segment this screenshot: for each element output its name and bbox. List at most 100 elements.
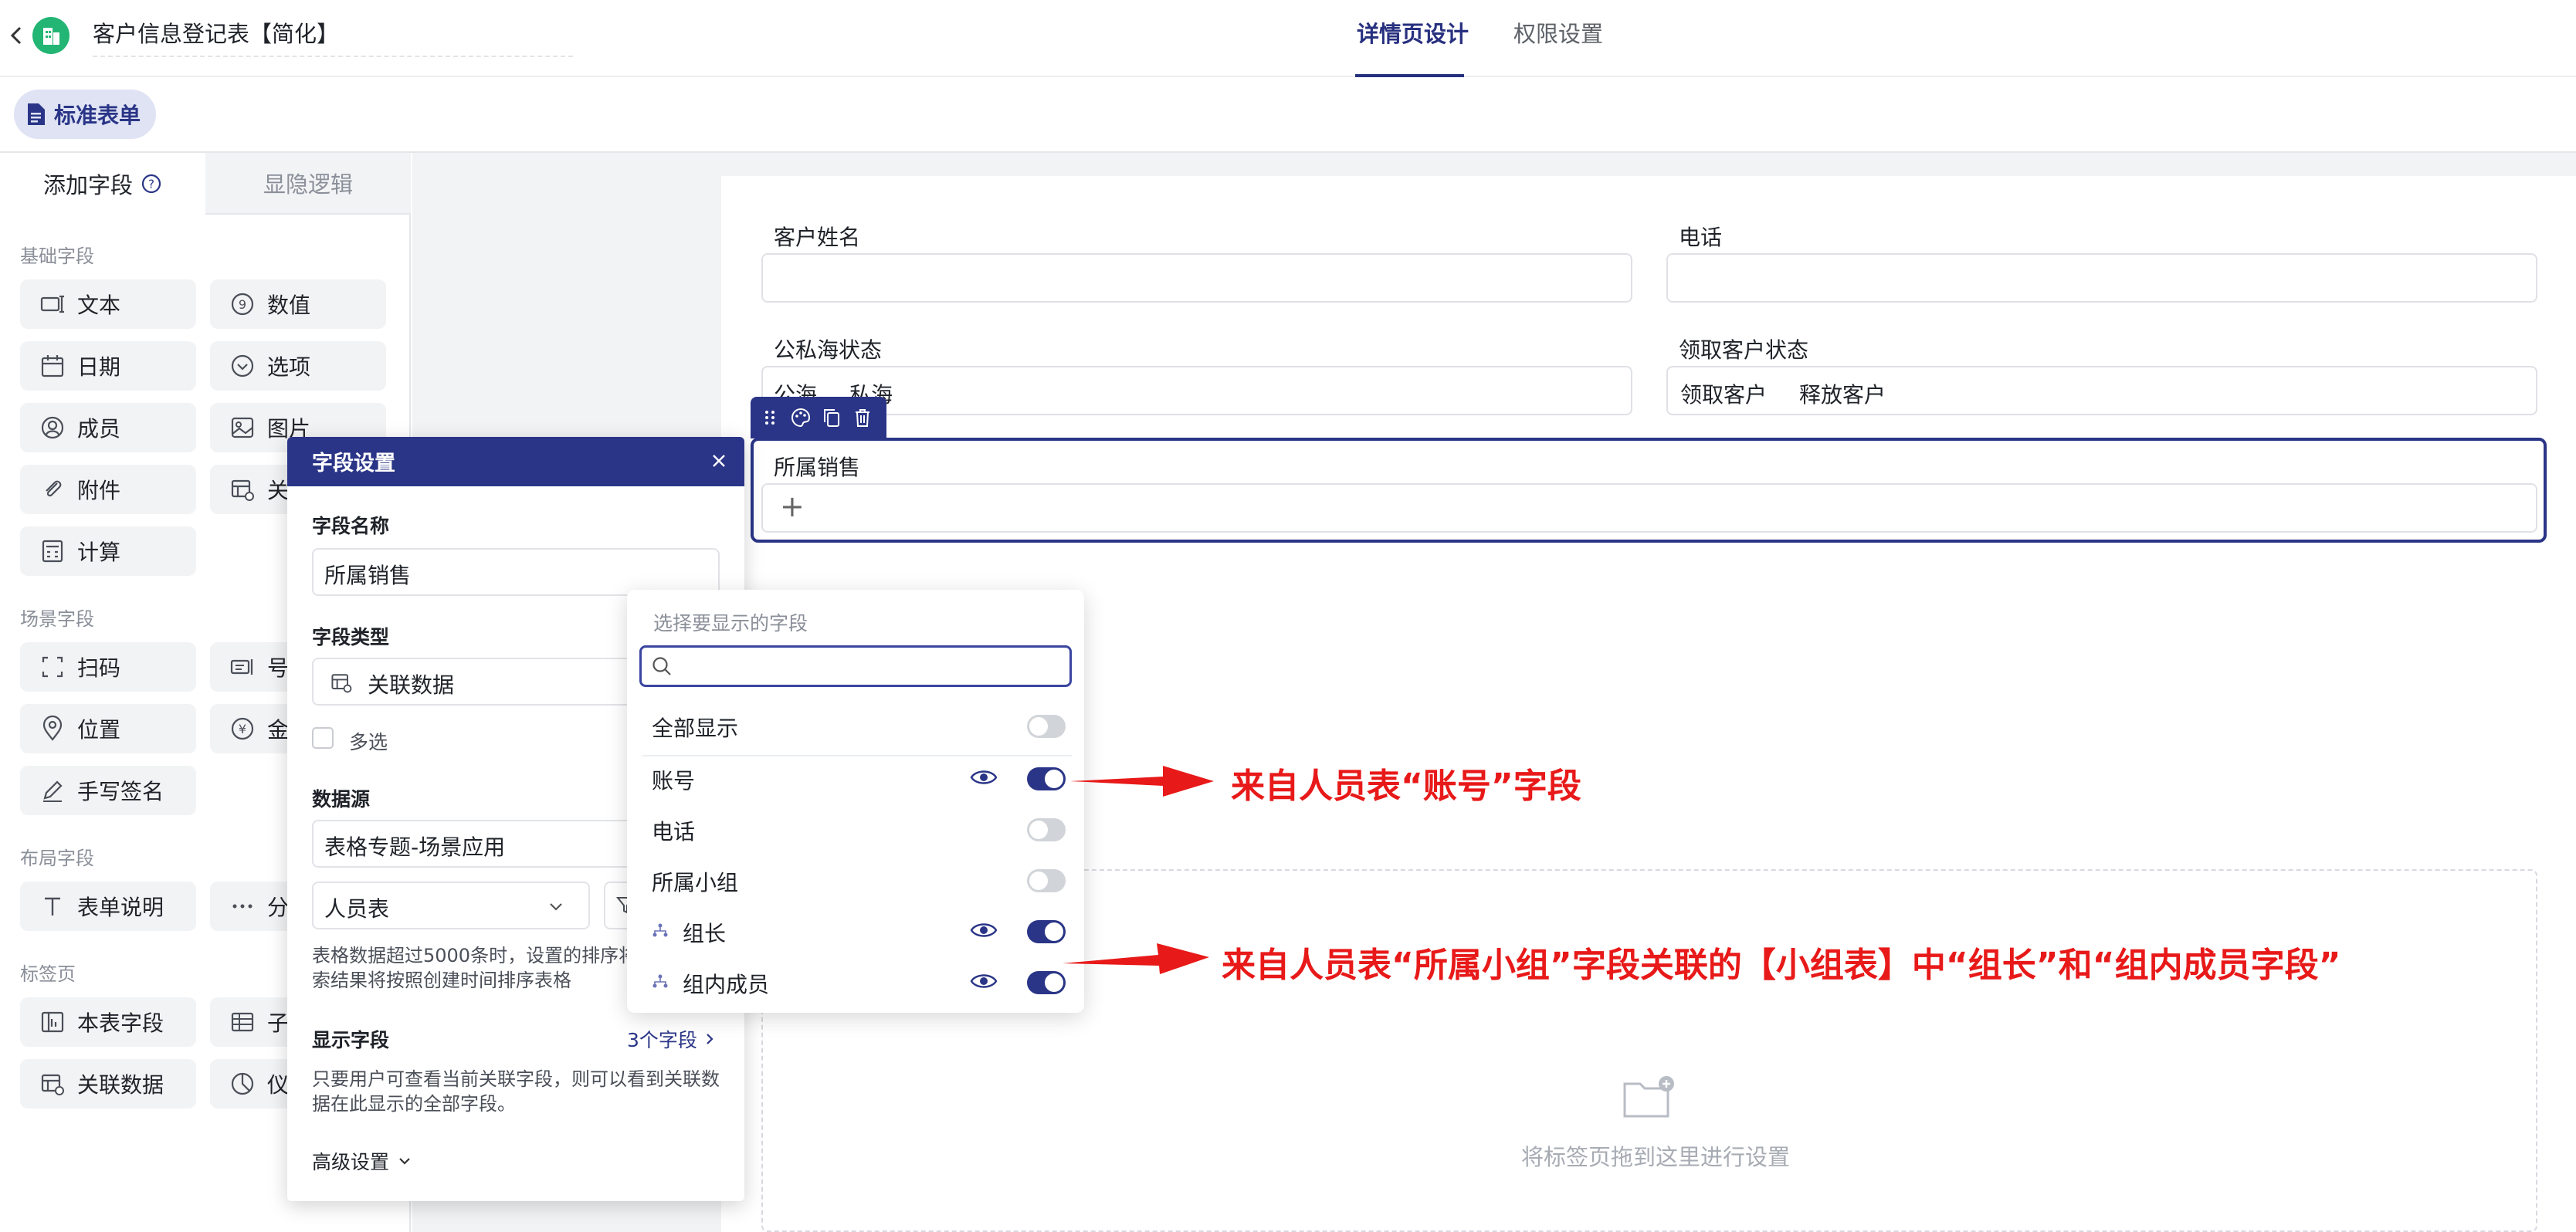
advanced-settings-toggle[interactable]: 高级设置 [312, 1147, 412, 1175]
field-option-label: 选项 [267, 354, 311, 380]
standard-form-label: 标准表单 [54, 103, 141, 128]
field-settings-title: 字段设置 [312, 452, 395, 476]
display-fields-hint: 只要用户可查看当前关联字段，则可以看到关联数据在此显示的全部字段。 [312, 1068, 720, 1115]
app-logo-icon [32, 17, 69, 54]
tab-visibility-logic[interactable]: 显隐逻辑 [205, 153, 411, 215]
multi-select-checkbox[interactable] [312, 727, 334, 749]
field-amount-label: 金 [267, 717, 290, 743]
field-signature[interactable]: 手写签名 [20, 766, 196, 815]
trash-icon[interactable] [851, 406, 874, 429]
palette-icon[interactable] [789, 406, 812, 429]
field-serial-label: 号 [267, 655, 290, 681]
dropdown-hint: 选择要显示的字段 [653, 612, 808, 635]
annotation-account: 来自人员表“账号”字段 [1231, 767, 1581, 806]
annotation-arrow-group [1063, 942, 1209, 976]
toggle-members[interactable] [1027, 971, 1066, 994]
relation-type-icon [329, 670, 354, 695]
eye-icon[interactable] [970, 920, 998, 940]
field-option[interactable]: 选项 [210, 341, 386, 391]
field-location[interactable]: 位置 [20, 704, 196, 753]
paperclip-icon [39, 476, 66, 503]
dashboard-icon [229, 1070, 256, 1098]
claim-status-field[interactable] [1666, 366, 2537, 415]
field-sub-table-label: 子 [267, 1010, 290, 1036]
data-source-label: 数据源 [312, 788, 371, 811]
add-plus-icon[interactable]: + [780, 491, 805, 522]
field-number[interactable]: 9 数值 [210, 279, 386, 329]
field-attachment[interactable]: 附件 [20, 465, 196, 514]
eye-icon[interactable] [970, 971, 998, 991]
field-attachment-label: 附件 [77, 478, 121, 503]
field-text-label: 文本 [77, 293, 121, 318]
copy-icon[interactable] [820, 406, 843, 429]
field-date[interactable]: 日期 [20, 341, 196, 391]
svg-text:9: 9 [239, 297, 246, 312]
field-scan[interactable]: 扫码 [20, 642, 196, 692]
top-bar [0, 0, 2576, 77]
claim-option-release[interactable]: 释放客户 [1799, 378, 1886, 409]
search-icon [650, 655, 673, 678]
calculator-icon [39, 537, 66, 565]
svg-text:?: ? [148, 178, 154, 191]
claim-option-claim[interactable]: 领取客户 [1680, 378, 1767, 409]
eye-icon[interactable] [970, 767, 998, 787]
close-icon[interactable] [709, 451, 729, 471]
field-form-desc[interactable]: 表单说明 [20, 882, 196, 931]
title-underline [93, 56, 573, 57]
dropdown-divider [642, 755, 1072, 756]
toggle-leader[interactable] [1027, 920, 1066, 943]
display-fields-link[interactable]: 3个字段 [627, 1025, 716, 1053]
section-scene: 场景字段 [20, 608, 94, 630]
standard-form-button[interactable]: 标准表单 [14, 90, 156, 139]
field-type-value: 关联数据 [368, 672, 455, 698]
field-relation-data[interactable]: 关联数据 [20, 1059, 196, 1108]
text-t-icon [39, 892, 66, 920]
annotation-group: 来自人员表“所属小组”字段关联的【小组表】中“组长”和“组内成员字段” [1222, 946, 2341, 985]
sales-label: 所属销售 [774, 455, 861, 480]
field-member-label: 成员 [77, 416, 121, 442]
field-name-value: 所属销售 [324, 563, 412, 588]
serial-icon [229, 653, 256, 681]
field-this-table[interactable]: 本表字段 [20, 997, 196, 1047]
phone-input[interactable] [1666, 253, 2537, 303]
dd-row-show-all: 全部显示 [652, 716, 739, 741]
dd-row-phone: 电话 [652, 819, 696, 844]
customer-name-input[interactable] [761, 253, 1632, 303]
sales-relation-input[interactable] [761, 483, 2537, 533]
section-tabs: 标签页 [20, 963, 76, 985]
relation-icon [229, 476, 256, 503]
calendar-icon [39, 352, 66, 380]
tab-add-field[interactable]: 添加字段 ? [0, 153, 205, 215]
phone-label: 电话 [1679, 225, 1723, 250]
customer-name-label: 客户姓名 [774, 225, 861, 250]
form-title[interactable]: 客户信息登记表【简化】 [93, 19, 339, 49]
more-dots-icon [229, 892, 256, 920]
source-table-value: 人员表 [324, 896, 390, 922]
multi-select-label: 多选 [349, 731, 388, 753]
field-number-label: 数值 [267, 293, 311, 318]
grid-icon [229, 1008, 256, 1036]
field-calc-label: 计算 [77, 540, 121, 565]
pen-icon [39, 777, 66, 804]
field-signature-label: 手写签名 [77, 779, 164, 804]
drag-handle-icon[interactable] [758, 406, 781, 429]
field-split-label: 分 [267, 895, 290, 920]
chevron-down-icon [397, 1153, 412, 1169]
back-arrow-icon[interactable] [6, 22, 26, 49]
location-pin-icon [39, 715, 66, 743]
active-tab-indicator [1355, 74, 1464, 77]
field-member[interactable]: 成员 [20, 403, 196, 452]
tab-permission-settings[interactable]: 权限设置 [1513, 19, 1603, 49]
field-calc[interactable]: 计算 [20, 526, 196, 576]
dropdown-search-input[interactable] [639, 645, 1072, 687]
help-icon[interactable]: ? [141, 173, 162, 195]
toggle-group[interactable] [1027, 869, 1066, 892]
tab-detail-design[interactable]: 详情页设计 [1357, 19, 1469, 49]
toggle-show-all[interactable] [1027, 715, 1066, 738]
field-text[interactable]: 文本 [20, 279, 196, 329]
relation-data-icon [39, 1070, 66, 1098]
toggle-account[interactable] [1027, 767, 1066, 790]
number-icon: 9 [229, 290, 256, 318]
advanced-settings-label: 高级设置 [312, 1151, 390, 1173]
toggle-phone[interactable] [1027, 818, 1066, 841]
